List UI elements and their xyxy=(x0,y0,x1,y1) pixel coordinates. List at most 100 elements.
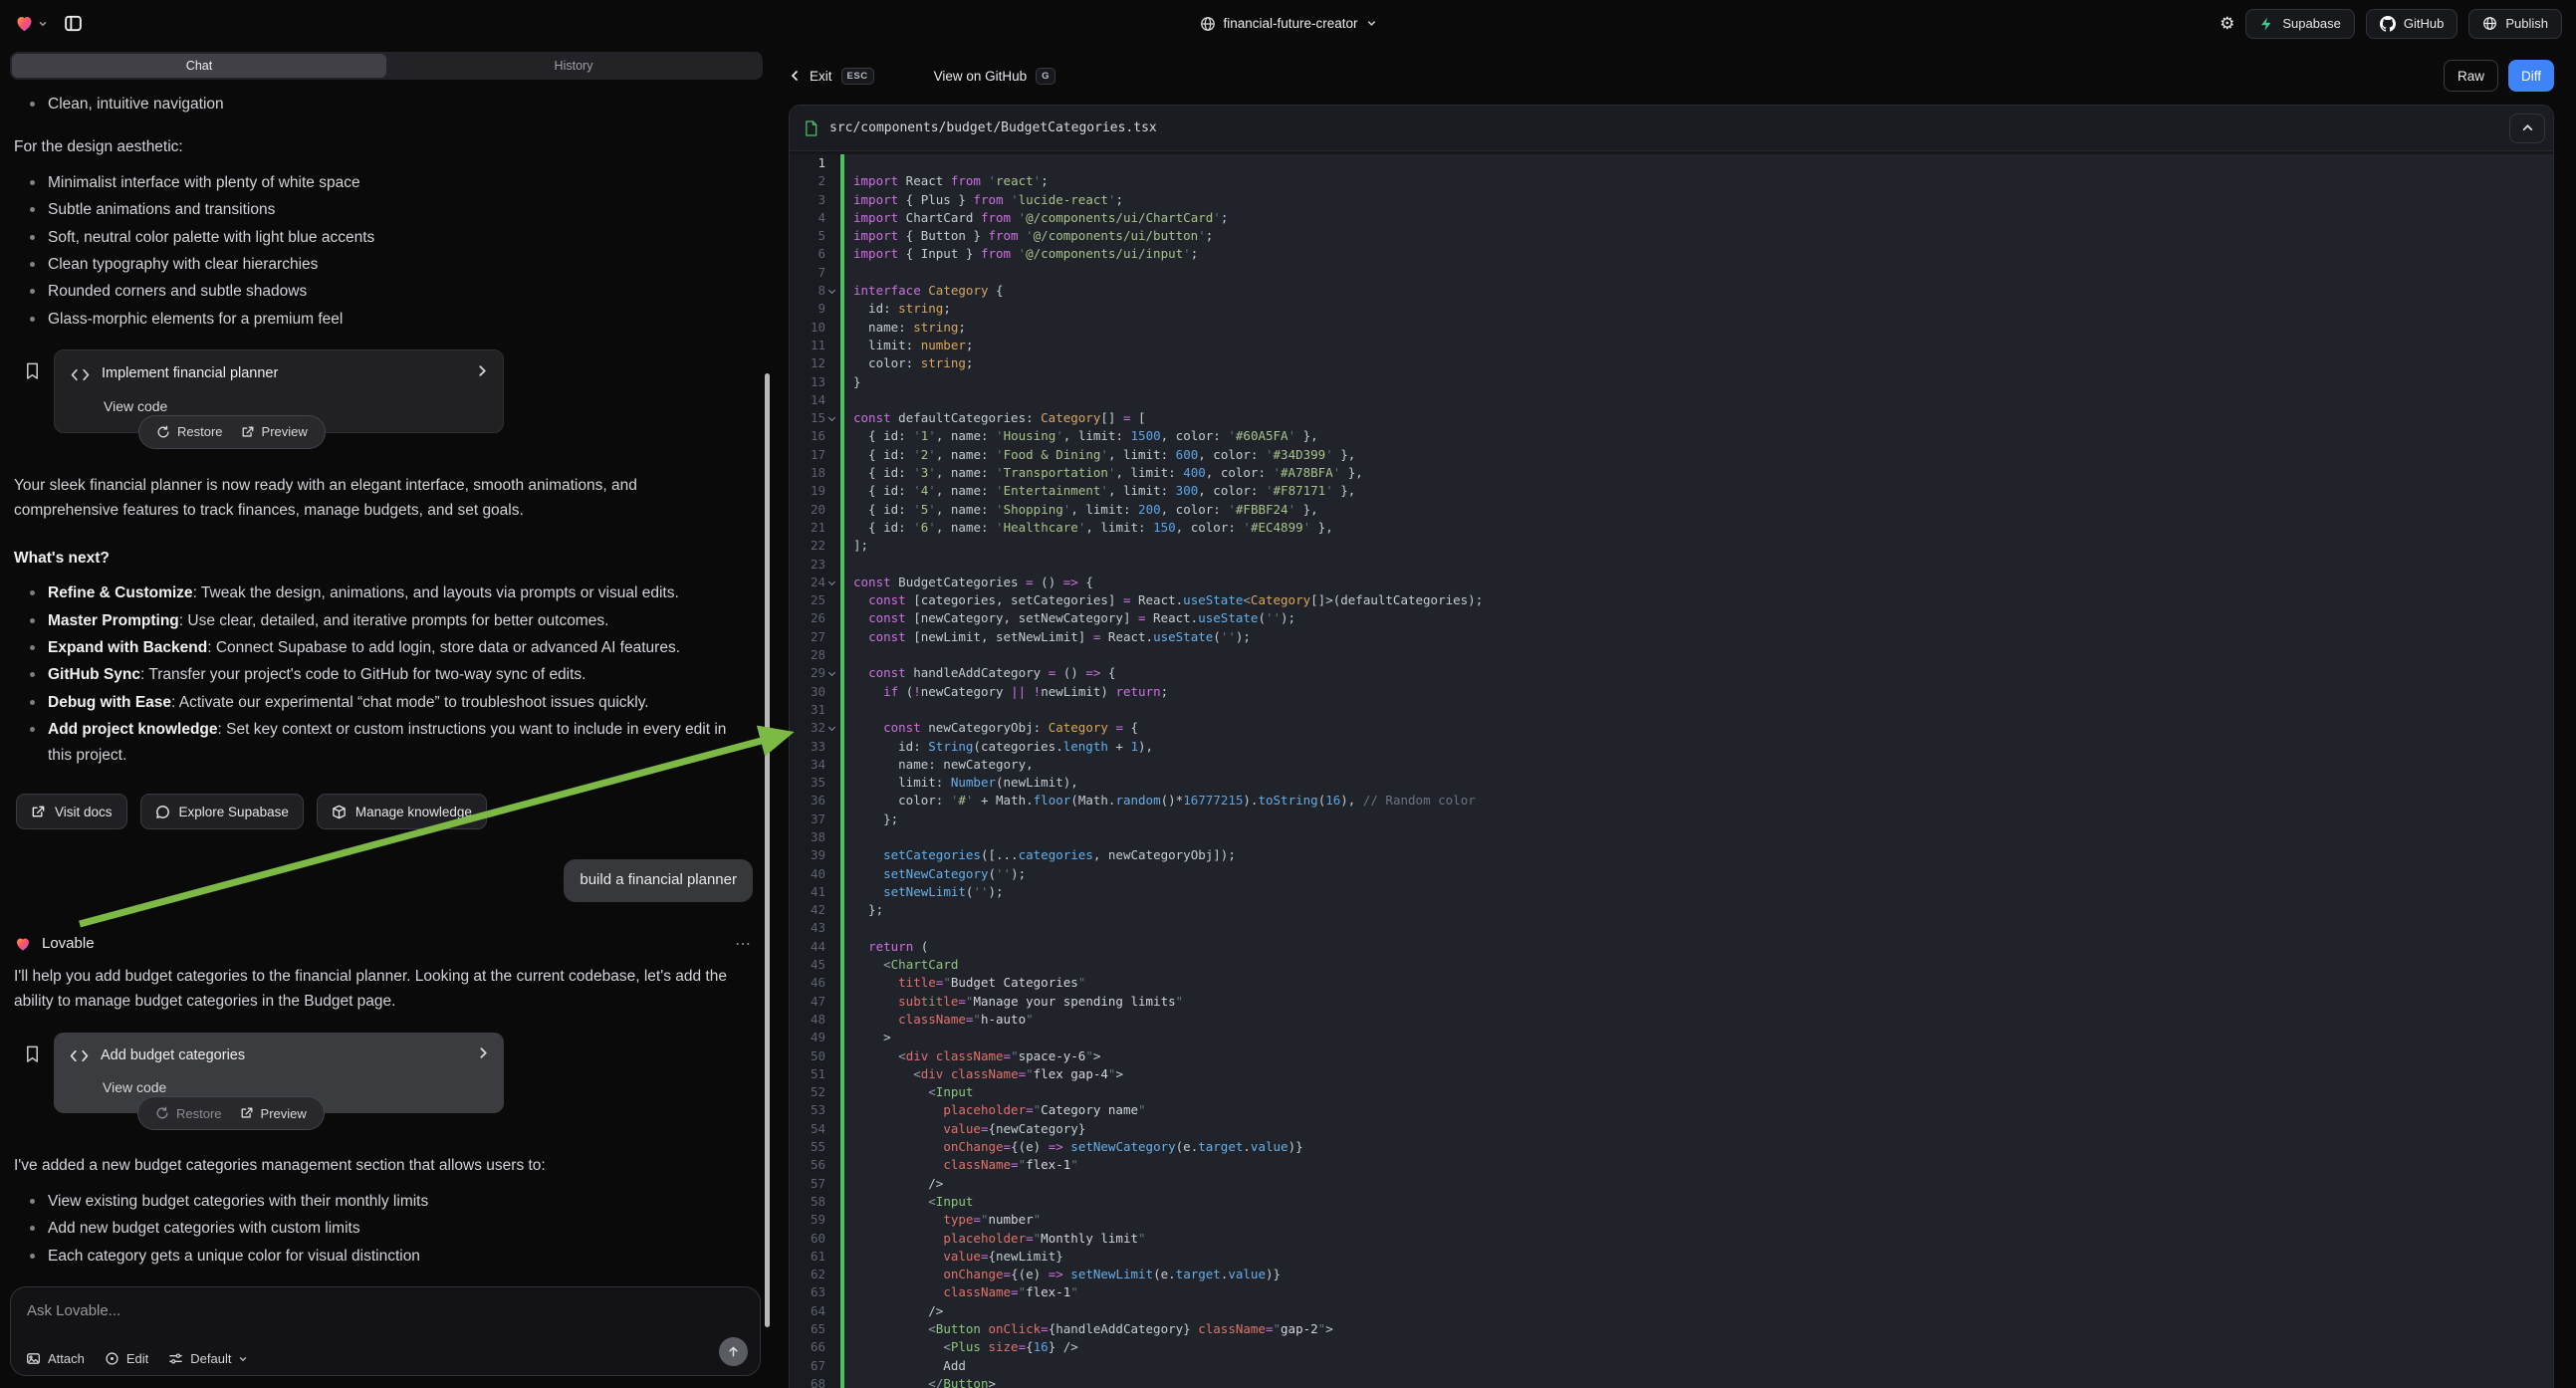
code-line[interactable]: 9 id: string; xyxy=(790,300,2553,318)
code-line[interactable]: 65 <Button onClick={handleAddCategory} c… xyxy=(790,1320,2553,1338)
toggle-sidebar-button[interactable] xyxy=(58,9,88,39)
code-line[interactable]: 25 const [categories, setCategories] = R… xyxy=(790,591,2553,609)
code-line[interactable]: 42 }; xyxy=(790,901,2553,919)
code-line[interactable]: 17 { id: '2', name: 'Food & Dining', lim… xyxy=(790,446,2553,464)
code-line[interactable]: 40 setNewCategory(''); xyxy=(790,865,2553,883)
code-line[interactable]: 56 className="flex-1" xyxy=(790,1156,2553,1174)
code-line[interactable]: 5import { Button } from '@/components/ui… xyxy=(790,227,2553,245)
code-line[interactable]: 33 id: String(categories.length + 1), xyxy=(790,738,2553,756)
code-line[interactable]: 60 placeholder="Monthly limit" xyxy=(790,1230,2553,1248)
chevron-right-icon[interactable] xyxy=(476,362,489,386)
fold-toggle[interactable] xyxy=(825,719,840,737)
tab-chat[interactable]: Chat xyxy=(12,54,386,78)
preview-button[interactable]: Preview xyxy=(232,421,317,442)
code-line[interactable]: 23 xyxy=(790,556,2553,574)
code-line[interactable]: 67 Add xyxy=(790,1357,2553,1375)
code-line[interactable]: 24const BudgetCategories = () => { xyxy=(790,574,2553,591)
chevron-right-icon[interactable] xyxy=(477,1044,490,1068)
code-line[interactable]: 30 if (!newCategory || !newLimit) return… xyxy=(790,683,2553,701)
raw-toggle-button[interactable]: Raw xyxy=(2444,60,2498,92)
project-switcher[interactable]: financial-future-creator xyxy=(1199,0,1376,47)
explore-supabase-button[interactable]: Explore Supabase xyxy=(140,794,304,829)
code-line[interactable]: 21 { id: '6', name: 'Healthcare', limit:… xyxy=(790,519,2553,537)
code-line[interactable]: 14 xyxy=(790,391,2553,409)
code-line[interactable]: 50 <div className="space-y-6"> xyxy=(790,1047,2553,1065)
code-line[interactable]: 44 return ( xyxy=(790,938,2553,956)
exit-button[interactable]: Exit ESC xyxy=(789,68,874,85)
code-line[interactable]: 53 placeholder="Category name" xyxy=(790,1101,2553,1119)
bookmark-icon[interactable] xyxy=(24,361,41,388)
code-line[interactable]: 41 setNewLimit(''); xyxy=(790,883,2553,901)
github-button[interactable]: GitHub xyxy=(2366,9,2458,39)
code-line[interactable]: 7 xyxy=(790,264,2553,282)
code-line[interactable]: 54 value={newCategory} xyxy=(790,1120,2553,1138)
code-line[interactable]: 11 limit: number; xyxy=(790,337,2553,354)
code-line[interactable]: 13} xyxy=(790,373,2553,391)
code-line[interactable]: 43 xyxy=(790,919,2553,937)
code-line[interactable]: 47 subtitle="Manage your spending limits… xyxy=(790,993,2553,1011)
supabase-button[interactable]: Supabase xyxy=(2245,9,2355,39)
bookmark-icon[interactable] xyxy=(24,1044,41,1071)
code-line[interactable]: 32 const newCategoryObj: Category = { xyxy=(790,719,2553,737)
code-line[interactable]: 51 <div className="flex gap-4"> xyxy=(790,1065,2553,1083)
code-line[interactable]: 4import ChartCard from '@/components/ui/… xyxy=(790,209,2553,227)
code-line[interactable]: 3import { Plus } from 'lucide-react'; xyxy=(790,191,2553,209)
send-button[interactable] xyxy=(719,1337,748,1366)
code-line[interactable]: 36 color: '#' + Math.floor(Math.random()… xyxy=(790,792,2553,810)
code-line[interactable]: 46 title="Budget Categories" xyxy=(790,974,2553,992)
fold-toggle[interactable] xyxy=(825,409,840,427)
version-card[interactable]: Add budget categories View code Restore xyxy=(54,1033,504,1114)
diff-toggle-button[interactable]: Diff xyxy=(2508,60,2554,92)
code-editor[interactable]: 12import React from 'react';3import { Pl… xyxy=(790,151,2553,1388)
code-line[interactable]: 37 }; xyxy=(790,810,2553,828)
code-line[interactable]: 22]; xyxy=(790,537,2553,555)
code-line[interactable]: 6import { Input } from '@/components/ui/… xyxy=(790,245,2553,263)
code-line[interactable]: 15const defaultCategories: Category[] = … xyxy=(790,409,2553,427)
code-line[interactable]: 31 xyxy=(790,701,2553,719)
code-line[interactable]: 1 xyxy=(790,154,2553,172)
code-line[interactable]: 52 <Input xyxy=(790,1083,2553,1101)
restore-button[interactable]: Restore xyxy=(147,421,232,442)
settings-gear-button[interactable]: ⚙ xyxy=(2220,14,2234,34)
code-line[interactable]: 29 const handleAddCategory = () => { xyxy=(790,664,2553,682)
code-line[interactable]: 38 xyxy=(790,828,2553,846)
code-line[interactable]: 34 name: newCategory, xyxy=(790,756,2553,774)
model-default-dropdown[interactable]: Default xyxy=(168,1351,248,1366)
code-line[interactable]: 68 </Button> xyxy=(790,1375,2553,1388)
code-line[interactable]: 55 onChange={(e) => setNewCategory(e.tar… xyxy=(790,1138,2553,1156)
code-line[interactable]: 39 setCategories([...categories, newCate… xyxy=(790,846,2553,864)
code-line[interactable]: 27 const [newLimit, setNewLimit] = React… xyxy=(790,628,2553,646)
code-line[interactable]: 18 { id: '3', name: 'Transportation', li… xyxy=(790,464,2553,482)
lovable-logo-menu[interactable] xyxy=(14,14,48,34)
code-line[interactable]: 49 > xyxy=(790,1029,2553,1046)
fold-toggle[interactable] xyxy=(825,664,840,682)
code-line[interactable]: 35 limit: Number(newLimit), xyxy=(790,774,2553,792)
code-line[interactable]: 62 onChange={(e) => setNewLimit(e.target… xyxy=(790,1266,2553,1283)
code-line[interactable]: 12 color: string; xyxy=(790,354,2553,372)
code-line[interactable]: 28 xyxy=(790,646,2553,664)
fold-toggle[interactable] xyxy=(825,282,840,300)
edit-mode-button[interactable]: Edit xyxy=(105,1351,148,1366)
publish-button[interactable]: Publish xyxy=(2468,9,2562,39)
preview-button[interactable]: Preview xyxy=(231,1103,316,1124)
attach-button[interactable]: Attach xyxy=(26,1351,85,1366)
code-line[interactable]: 45 <ChartCard xyxy=(790,956,2553,974)
code-line[interactable]: 58 <Input xyxy=(790,1193,2553,1211)
manage-knowledge-button[interactable]: Manage knowledge xyxy=(317,794,487,829)
code-line[interactable]: 10 name: string; xyxy=(790,319,2553,337)
restore-button[interactable]: Restore xyxy=(146,1103,231,1124)
code-line[interactable]: 57 /> xyxy=(790,1175,2553,1193)
message-more-menu[interactable]: ⋯ xyxy=(735,932,753,958)
code-line[interactable]: 66 <Plus size={16} /> xyxy=(790,1338,2553,1356)
code-line[interactable]: 59 type="number" xyxy=(790,1211,2553,1229)
code-line[interactable]: 16 { id: '1', name: 'Housing', limit: 15… xyxy=(790,427,2553,445)
code-line[interactable]: 64 /> xyxy=(790,1302,2553,1320)
collapse-file-button[interactable] xyxy=(2509,114,2545,143)
code-line[interactable]: 61 value={newLimit} xyxy=(790,1248,2553,1266)
code-line[interactable]: 26 const [newCategory, setNewCategory] =… xyxy=(790,609,2553,627)
code-line[interactable]: 19 { id: '4', name: 'Entertainment', lim… xyxy=(790,482,2553,500)
chat-scrollbar-thumb[interactable] xyxy=(765,373,770,1327)
visit-docs-button[interactable]: Visit docs xyxy=(16,794,127,829)
code-line[interactable]: 48 className="h-auto" xyxy=(790,1011,2553,1029)
chat-message-list[interactable]: Clean, intuitive navigation For the desi… xyxy=(0,82,773,1276)
